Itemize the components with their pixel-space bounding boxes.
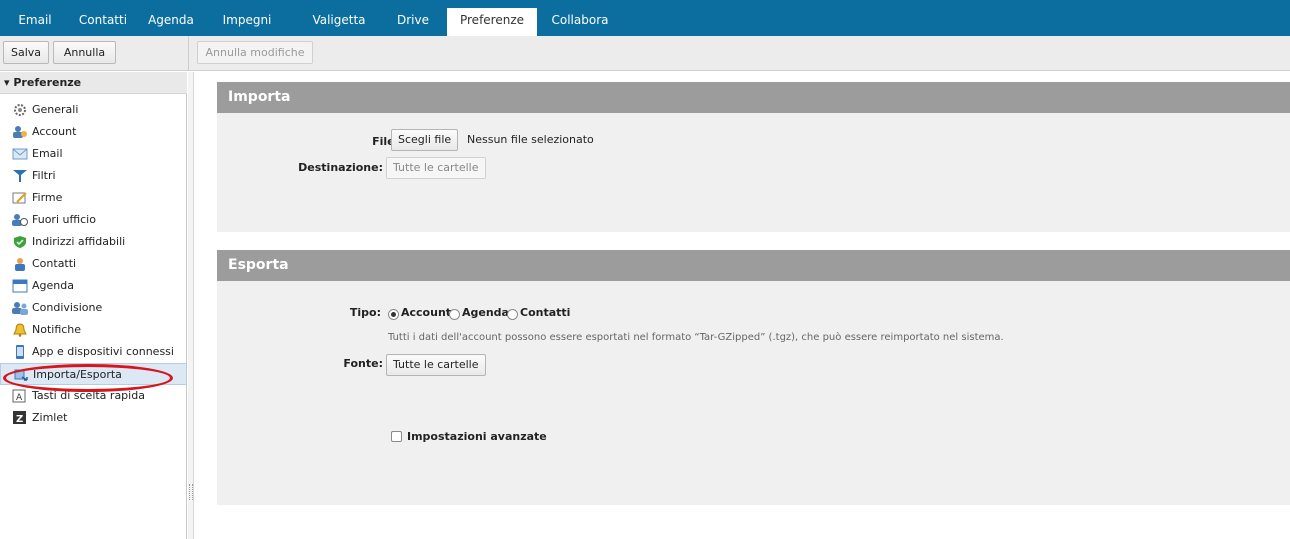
sidebar-item-label: Generali (32, 103, 79, 116)
sidebar-item-label: App e dispositivi connessi (32, 345, 174, 358)
device-icon (16, 345, 24, 359)
radio-account[interactable] (388, 309, 399, 320)
svg-text:Z: Z (16, 414, 23, 425)
radio-agenda-label[interactable]: Agenda (462, 306, 509, 319)
source-label: Fonte: (343, 357, 383, 370)
radio-contatti-label[interactable]: Contatti (520, 306, 570, 319)
toolbar-divider (188, 36, 189, 71)
file-status-text: Nessun file selezionato (467, 133, 594, 146)
sidebar-item-label: Indirizzi affidabili (32, 235, 126, 248)
gear-icon (14, 104, 26, 116)
sidebar-item-label: Firme (32, 191, 63, 204)
sidebar-item-generali[interactable]: Generali (0, 99, 187, 121)
sidebar-item-email[interactable]: Email (0, 143, 187, 165)
tab-email[interactable]: Email (8, 8, 62, 36)
sidebar-item-label: Contatti (32, 257, 77, 270)
tab-collabora[interactable]: Collabora (545, 8, 615, 36)
sidebar-item-label: Email (32, 147, 63, 160)
sidebar-item-firme[interactable]: Firme (0, 187, 187, 209)
type-label: Tipo: (349, 306, 381, 319)
export-description: Tutti i dati dell'account possono essere… (388, 332, 1004, 343)
sidebar-item-filtri[interactable]: Filtri (0, 165, 187, 187)
contact-icon (15, 258, 25, 271)
collapse-triangle-icon[interactable]: ▾ (4, 76, 10, 89)
keyboard-icon: A (12, 389, 26, 403)
advanced-settings-checkbox[interactable] (391, 431, 402, 442)
toolbar: Salva Annulla Annulla modifiche (0, 36, 1290, 71)
calendar-icon (12, 279, 28, 293)
save-button[interactable]: Salva (3, 41, 49, 64)
sidebar-header[interactable]: ▾ Preferenze (0, 72, 187, 94)
undo-changes-button[interactable]: Annulla modifiche (197, 41, 313, 64)
tab-drive[interactable]: Drive (388, 8, 438, 36)
tab-agenda[interactable]: Agenda (140, 8, 202, 36)
destination-label: Destinazione: (298, 161, 383, 174)
mail-icon (12, 148, 28, 160)
advanced-settings-label[interactable]: Impostazioni avanzate (407, 430, 547, 443)
highlight-annotation (3, 364, 173, 392)
tab-preferenze[interactable]: Preferenze (447, 8, 537, 36)
radio-contatti[interactable] (507, 309, 518, 320)
radio-agenda[interactable] (449, 309, 460, 320)
sidebar-item-zimlet[interactable]: Z Zimlet (0, 407, 187, 429)
zimlet-icon: Z (13, 411, 26, 425)
sidebar-item-notifiche[interactable]: Notifiche (0, 319, 187, 341)
bell-icon (13, 323, 27, 337)
sidebar-splitter[interactable] (188, 72, 194, 539)
sidebar-item-label: Condivisione (32, 301, 103, 314)
sidebar-item-label: Agenda (32, 279, 74, 292)
sidebar-header-label: Preferenze (13, 76, 82, 89)
file-label: File: (372, 135, 399, 148)
app-tab-bar: Email Contatti Agenda Impegni Valigetta … (0, 0, 1290, 36)
import-section: Importa File: Scegli file Nessun file se… (217, 82, 1290, 232)
source-folder-button[interactable]: Tutte le cartelle (386, 354, 486, 376)
export-section-title: Esporta (217, 250, 1290, 281)
choose-file-button[interactable]: Scegli file (391, 129, 459, 151)
sidebar-item-contatti[interactable]: Contatti (0, 253, 187, 275)
export-section: Esporta Tipo: Account Agenda Contatti Tu… (217, 250, 1290, 505)
sidebar-item-label: Zimlet (32, 411, 68, 424)
sidebar-item-fuori-ufficio[interactable]: Fuori ufficio (0, 209, 187, 231)
tab-impegni[interactable]: Impegni (216, 8, 278, 36)
sidebar-item-indirizzi-affidabili[interactable]: Indirizzi affidabili (0, 231, 187, 253)
shield-icon (14, 236, 26, 248)
splitter-grip-icon[interactable] (189, 484, 193, 500)
share-icon (12, 302, 28, 315)
sidebar-item-app-dispositivi[interactable]: App e dispositivi connessi (0, 341, 187, 363)
import-section-title: Importa (217, 82, 1290, 113)
sidebar-item-agenda[interactable]: Agenda (0, 275, 187, 297)
sidebar-item-label: Filtri (32, 169, 56, 182)
tab-valigetta[interactable]: Valigetta (304, 8, 374, 36)
filter-icon (13, 170, 27, 182)
sidebar-item-label: Fuori ufficio (32, 213, 96, 226)
sidebar-item-condivisione[interactable]: Condivisione (0, 297, 187, 319)
sidebar-item-label: Notifiche (32, 323, 82, 336)
sidebar-item-account[interactable]: Account (0, 121, 187, 143)
account-icon (13, 126, 27, 138)
sidebar-item-label: Account (32, 125, 77, 138)
preferences-sidebar: ▾ Preferenze Generali Account Email Filt… (0, 72, 187, 539)
destination-folder-button[interactable]: Tutte le cartelle (386, 157, 486, 179)
tab-contatti[interactable]: Contatti (70, 8, 136, 36)
signature-icon (12, 192, 27, 204)
cancel-button[interactable]: Annulla (53, 41, 116, 64)
out-of-office-icon (12, 214, 28, 226)
radio-account-label[interactable]: Account (401, 306, 451, 319)
svg-text:A: A (16, 393, 23, 403)
